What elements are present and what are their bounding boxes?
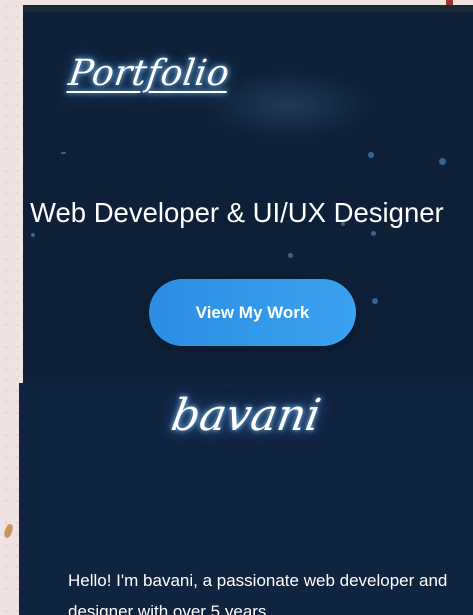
about-name-heading: bavani: [167, 390, 325, 441]
top-bar: [23, 5, 473, 12]
particle-dot: [288, 253, 293, 258]
particle-dot: [368, 152, 374, 158]
view-my-work-button[interactable]: View My Work: [149, 279, 356, 346]
background-glow: [203, 70, 373, 140]
site-logo[interactable]: Portfolio: [66, 53, 232, 94]
about-section: bavani Hello! I'm bavani, a passionate w…: [19, 383, 473, 615]
hero-title: Web Developer & UI/UX Designer: [30, 197, 444, 228]
particle-dot: [372, 298, 378, 304]
hero-section: Portfolio Web Developer & UI/UX Designer…: [23, 5, 473, 383]
particle-dot: [439, 158, 446, 165]
page-edge-decoration: [3, 523, 14, 539]
particle-dot: [371, 231, 376, 236]
particle-dot: [61, 152, 66, 154]
about-bio-text: Hello! I'm bavani, a passionate web deve…: [68, 571, 448, 615]
particle-dot: [31, 233, 35, 237]
